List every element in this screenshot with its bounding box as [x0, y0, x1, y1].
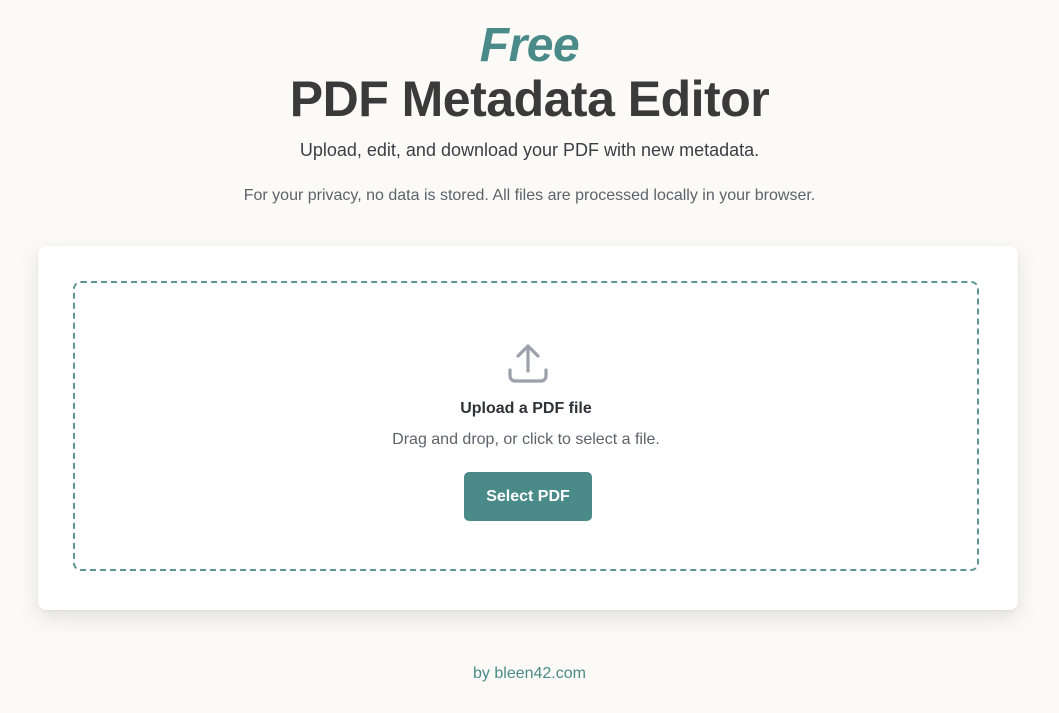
page-title: PDF Metadata Editor [289, 71, 770, 127]
pdf-dropzone[interactable]: Upload a PDF file Drag and drop, or clic… [73, 281, 979, 571]
privacy-note: For your privacy, no data is stored. All… [243, 187, 816, 204]
upload-hint: Drag and drop, or click to select a file… [392, 431, 660, 448]
upload-card: Upload a PDF file Drag and drop, or clic… [38, 246, 1018, 610]
page-subtitle: Upload, edit, and download your PDF with… [299, 140, 760, 160]
footer-credit: by bleen42.com [0, 663, 1059, 685]
title-free-label: Free [479, 19, 580, 72]
page: Free PDF Metadata Editor Upload, edit, a… [0, 0, 1059, 713]
upload-icon [506, 342, 550, 386]
footer-prefix: by [473, 665, 495, 682]
upload-title: Upload a PDF file [460, 400, 592, 417]
select-pdf-button[interactable]: Select PDF [464, 472, 592, 521]
footer-link[interactable]: bleen42.com [494, 665, 586, 682]
